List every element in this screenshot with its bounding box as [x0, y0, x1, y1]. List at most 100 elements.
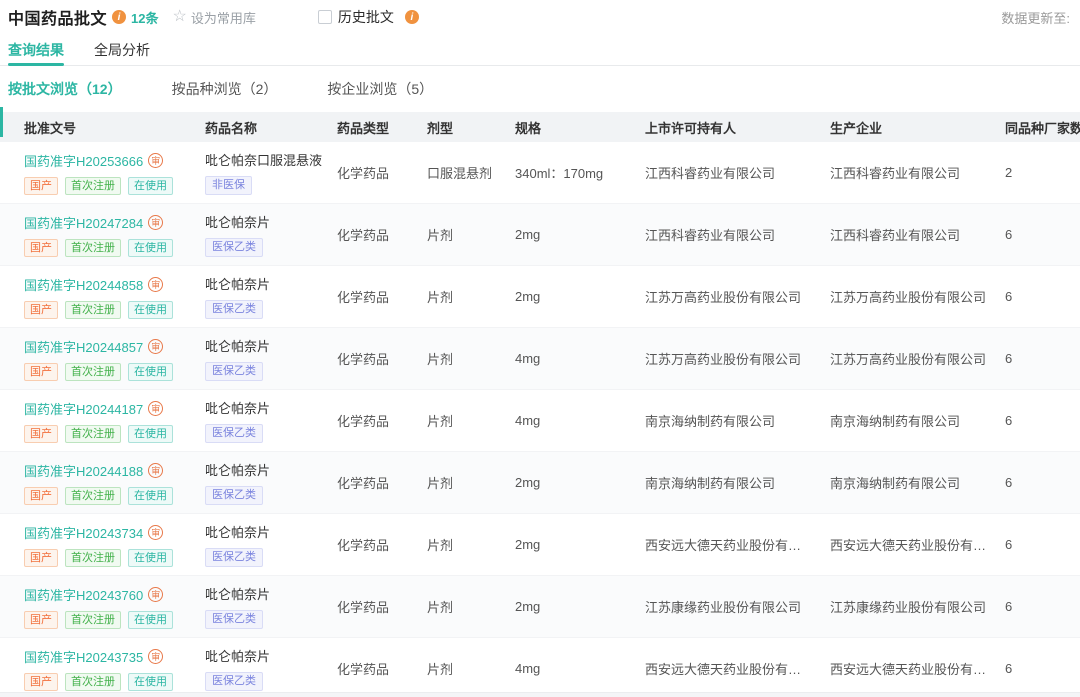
- col-dosage-form: 剂型: [427, 118, 515, 137]
- manufacturer-cell: 西安远大德天药业股份有…: [830, 535, 1005, 554]
- badge-domestic: 国产: [24, 487, 58, 505]
- approval-number-link[interactable]: 国药准字H20247284: [24, 213, 143, 232]
- review-circle-icon[interactable]: 审: [148, 649, 163, 664]
- dosage-form-cell: 口服混悬剂: [427, 163, 515, 182]
- badge-domestic: 国产: [24, 363, 58, 381]
- approval-number-link[interactable]: 国药准字H20244188: [24, 461, 143, 480]
- status-badges: 国产 首次注册 在使用: [24, 239, 205, 257]
- table-row[interactable]: 国药准字H20244858 审 国产 首次注册 在使用 吡仑帕奈片 医保乙类 化…: [0, 266, 1080, 328]
- approval-number-link[interactable]: 国药准字H20243735: [24, 647, 143, 666]
- badge-in-use: 在使用: [128, 239, 173, 257]
- review-circle-icon[interactable]: 审: [148, 215, 163, 230]
- insurance-tag: 医保乙类: [205, 300, 263, 319]
- review-circle-icon[interactable]: 审: [148, 463, 163, 478]
- approval-number-link[interactable]: 国药准字H20244857: [24, 337, 143, 356]
- set-common-library-label: 设为常用库: [191, 8, 256, 27]
- status-badges: 国产 首次注册 在使用: [24, 487, 205, 505]
- col-drug-type: 药品类型: [337, 118, 427, 137]
- subtab-by-enterprise[interactable]: 按企业浏览（5）: [327, 79, 433, 99]
- badge-domestic: 国产: [24, 611, 58, 629]
- history-info-icon[interactable]: i: [405, 10, 419, 24]
- table-row[interactable]: 国药准字H20244187 审 国产 首次注册 在使用 吡仑帕奈片 医保乙类 化…: [0, 390, 1080, 452]
- badge-domestic: 国产: [24, 239, 58, 257]
- history-checkbox[interactable]: [318, 10, 332, 24]
- dosage-form-cell: 片剂: [427, 659, 515, 678]
- badge-domestic: 国产: [24, 425, 58, 443]
- col-holder: 上市许可持有人: [645, 118, 830, 137]
- drug-name: 吡仑帕奈片: [205, 336, 337, 355]
- info-icon[interactable]: i: [112, 10, 126, 24]
- next-row-partial: [0, 692, 1080, 697]
- badge-first-registration: 首次注册: [65, 487, 121, 505]
- review-circle-icon[interactable]: 审: [148, 525, 163, 540]
- table-row[interactable]: 国药准字H20243760 审 国产 首次注册 在使用 吡仑帕奈片 医保乙类 化…: [0, 576, 1080, 638]
- status-badges: 国产 首次注册 在使用: [24, 177, 205, 195]
- drug-type-cell: 化学药品: [337, 659, 427, 678]
- status-badges: 国产 首次注册 在使用: [24, 673, 205, 691]
- review-circle-icon[interactable]: 审: [148, 339, 163, 354]
- spec-cell: 4mg: [515, 661, 645, 676]
- drug-type-cell: 化学药品: [337, 287, 427, 306]
- approval-number-link[interactable]: 国药准字H20243760: [24, 585, 143, 604]
- topbar: 中国药品批文 i 12条 ☆ 设为常用库 历史批文 i 数据更新至:: [0, 0, 1080, 34]
- holder-cell: 南京海纳制药有限公司: [645, 473, 830, 492]
- table-row[interactable]: 国药准字H20244188 审 国产 首次注册 在使用 吡仑帕奈片 医保乙类 化…: [0, 452, 1080, 514]
- drug-name: 吡仑帕奈口服混悬液: [205, 150, 337, 169]
- spec-cell: 4mg: [515, 413, 645, 428]
- manufacturer-cell: 江苏康缘药业股份有限公司: [830, 597, 1005, 616]
- table-row[interactable]: 国药准字H20253666 审 国产 首次注册 在使用 吡仑帕奈口服混悬液 非医…: [0, 142, 1080, 204]
- badge-in-use: 在使用: [128, 549, 173, 567]
- dosage-form-cell: 片剂: [427, 597, 515, 616]
- drug-type-cell: 化学药品: [337, 473, 427, 492]
- review-circle-icon[interactable]: 审: [148, 587, 163, 602]
- tab-query-results[interactable]: 查询结果: [8, 34, 64, 65]
- data-updated-label: 数据更新至:: [1001, 8, 1072, 27]
- dosage-form-cell: 片剂: [427, 411, 515, 430]
- same-variety-count-cell: 2: [1005, 165, 1080, 180]
- table-row[interactable]: 国药准字H20243734 审 国产 首次注册 在使用 吡仑帕奈片 医保乙类 化…: [0, 514, 1080, 576]
- approval-number-link[interactable]: 国药准字H20244187: [24, 399, 143, 418]
- approval-number-link[interactable]: 国药准字H20243734: [24, 523, 143, 542]
- drug-type-cell: 化学药品: [337, 597, 427, 616]
- subtab-by-variety[interactable]: 按品种浏览（2）: [172, 79, 278, 99]
- review-circle-icon[interactable]: 审: [148, 153, 163, 168]
- tab-global-analysis[interactable]: 全局分析: [94, 34, 150, 65]
- spec-cell: 2mg: [515, 475, 645, 490]
- review-circle-icon[interactable]: 审: [148, 401, 163, 416]
- subtab-by-approval[interactable]: 按批文浏览（12）: [8, 79, 122, 99]
- badge-in-use: 在使用: [128, 487, 173, 505]
- same-variety-count-cell: 6: [1005, 413, 1080, 428]
- holder-cell: 南京海纳制药有限公司: [645, 411, 830, 430]
- manufacturer-cell: 江苏万高药业股份有限公司: [830, 349, 1005, 368]
- table-row[interactable]: 国药准字H20244857 审 国产 首次注册 在使用 吡仑帕奈片 医保乙类 化…: [0, 328, 1080, 390]
- badge-in-use: 在使用: [128, 363, 173, 381]
- same-variety-count-cell: 6: [1005, 227, 1080, 242]
- same-variety-count-cell: 6: [1005, 661, 1080, 676]
- dosage-form-cell: 片剂: [427, 473, 515, 492]
- status-badges: 国产 首次注册 在使用: [24, 611, 205, 629]
- badge-first-registration: 首次注册: [65, 549, 121, 567]
- set-common-library-button[interactable]: ☆ 设为常用库: [172, 8, 255, 27]
- badge-first-registration: 首次注册: [65, 425, 121, 443]
- spec-cell: 4mg: [515, 351, 645, 366]
- drug-type-cell: 化学药品: [337, 411, 427, 430]
- table-body: 国药准字H20253666 审 国产 首次注册 在使用 吡仑帕奈口服混悬液 非医…: [0, 142, 1080, 697]
- table-row[interactable]: 国药准字H20247284 审 国产 首次注册 在使用 吡仑帕奈片 医保乙类 化…: [0, 204, 1080, 266]
- manufacturer-cell: 南京海纳制药有限公司: [830, 473, 1005, 492]
- approval-number-link[interactable]: 国药准字H20253666: [24, 151, 143, 170]
- same-variety-count-cell: 6: [1005, 289, 1080, 304]
- holder-cell: 江苏万高药业股份有限公司: [645, 349, 830, 368]
- review-circle-icon[interactable]: 审: [148, 277, 163, 292]
- insurance-tag: 非医保: [205, 176, 252, 195]
- spec-cell: 2mg: [515, 227, 645, 242]
- status-badges: 国产 首次注册 在使用: [24, 301, 205, 319]
- holder-cell: 西安远大德天药业股份有…: [645, 535, 830, 554]
- table-row[interactable]: 国药准字H20243735 审 国产 首次注册 在使用 吡仑帕奈片 医保乙类 化…: [0, 638, 1080, 697]
- drug-name: 吡仑帕奈片: [205, 460, 337, 479]
- badge-first-registration: 首次注册: [65, 177, 121, 195]
- table-header: 批准文号 药品名称 药品类型 剂型 规格 上市许可持有人 生产企业 同品种厂家数: [0, 112, 1080, 142]
- drug-name: 吡仑帕奈片: [205, 212, 337, 231]
- approval-number-link[interactable]: 国药准字H20244858: [24, 275, 143, 294]
- badge-domestic: 国产: [24, 549, 58, 567]
- manufacturer-cell: 江苏万高药业股份有限公司: [830, 287, 1005, 306]
